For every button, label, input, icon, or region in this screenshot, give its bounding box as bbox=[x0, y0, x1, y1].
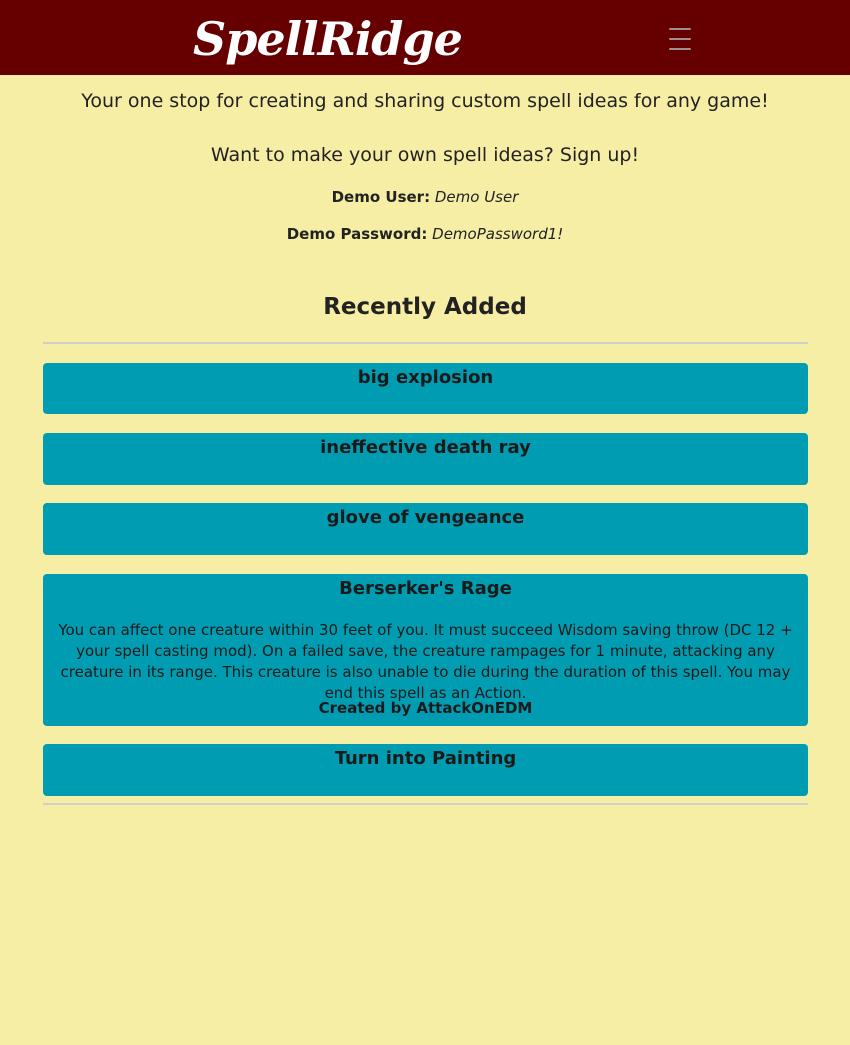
spell-title: Turn into Painting bbox=[334, 748, 517, 769]
spell-card[interactable]: ineffective death ray bbox=[43, 433, 808, 485]
menu-bar-middle bbox=[669, 38, 691, 40]
demo-password-label: Demo Password: bbox=[286, 225, 428, 243]
tagline: Your one stop for creating and sharing c… bbox=[81, 90, 769, 112]
demo-user-label: Demo User: bbox=[331, 188, 431, 206]
divider-top bbox=[43, 342, 808, 344]
spell-card[interactable]: glove of vengeance bbox=[43, 503, 808, 555]
demo-user-value: Demo User bbox=[434, 188, 519, 206]
spell-card[interactable]: big explosion bbox=[43, 363, 808, 414]
spell-title: glove of vengeance bbox=[326, 507, 525, 528]
demo-password-line: Demo Password: DemoPassword1! bbox=[0, 223, 850, 245]
spell-description: You can affect one creature within 30 fe… bbox=[58, 621, 793, 702]
hamburger-menu-icon[interactable] bbox=[660, 18, 700, 58]
spell-title: ineffective death ray bbox=[320, 437, 531, 458]
demo-password-value: DemoPassword1! bbox=[432, 225, 564, 243]
spell-author: Created by AttackOnEDM bbox=[318, 699, 533, 717]
spell-card-expanded[interactable]: Berserker's Rage You can affect one crea… bbox=[43, 574, 808, 726]
divider-bottom bbox=[43, 803, 808, 805]
menu-bar-bottom bbox=[669, 48, 691, 50]
spell-card[interactable]: Turn into Painting bbox=[43, 744, 808, 796]
top-navbar: SpellRidge bbox=[0, 0, 850, 75]
signup-prompt: Want to make your own spell ideas? Sign … bbox=[210, 144, 640, 166]
demo-user-line: Demo User: Demo User bbox=[0, 186, 850, 208]
spell-title: big explosion bbox=[357, 367, 494, 388]
brand-logo-link[interactable]: SpellRidge bbox=[193, 6, 463, 72]
recently-added-heading: Recently Added bbox=[323, 294, 527, 320]
menu-bar-top bbox=[669, 28, 691, 30]
spell-title: Berserker's Rage bbox=[339, 578, 512, 599]
